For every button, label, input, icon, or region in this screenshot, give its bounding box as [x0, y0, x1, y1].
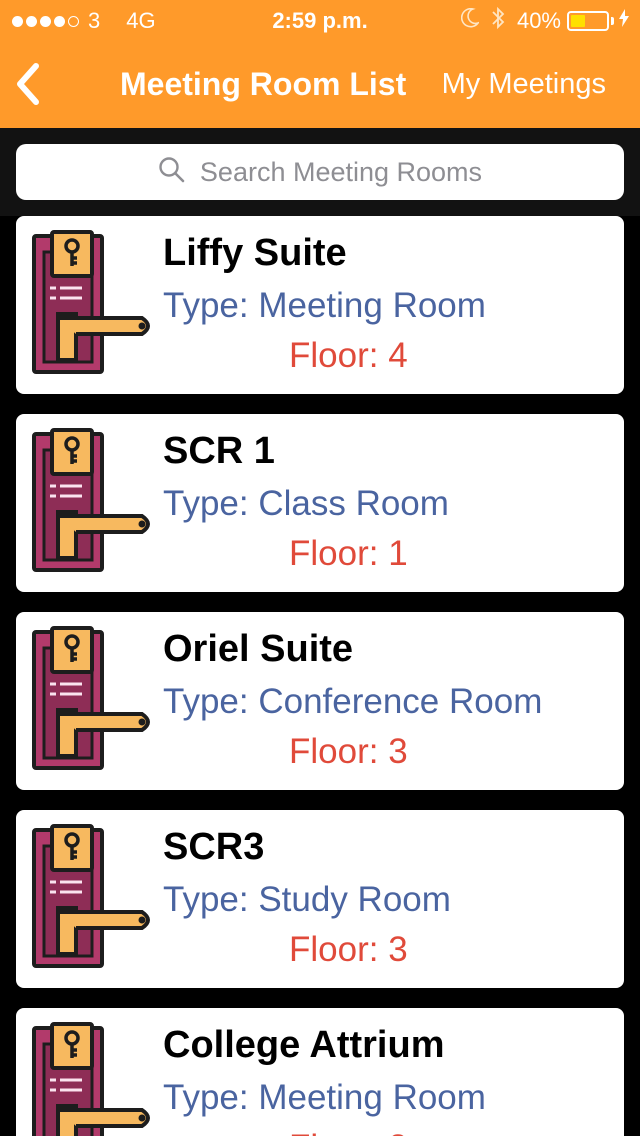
room-name: SCR3: [163, 826, 265, 868]
room-type: Type: Meeting Room: [163, 286, 486, 325]
room-floor: Floor: 3: [289, 732, 408, 771]
door-key-icon: [32, 1022, 150, 1136]
room-type: Type: Meeting Room: [163, 1078, 486, 1117]
room-card[interactable]: Liffy Suite Type: Meeting Room Floor: 4: [16, 216, 624, 394]
bluetooth-icon: [491, 6, 505, 36]
search-icon: [158, 156, 186, 189]
door-key-icon: [32, 824, 150, 968]
room-type: Type: Study Room: [163, 880, 451, 919]
door-key-icon: [32, 230, 150, 374]
room-floor: Floor: 3: [289, 1128, 408, 1136]
room-floor: Floor: 1: [289, 534, 408, 573]
status-bar: 3 4G 2:59 p.m. 40%: [0, 0, 640, 40]
room-card[interactable]: SCR 1 Type: Class Room Floor: 1: [16, 414, 624, 592]
room-name: College Attrium: [163, 1024, 445, 1066]
app-screen: 3 4G 2:59 p.m. 40% Meeting Room List My …: [0, 0, 640, 1136]
status-right: 40%: [460, 6, 630, 36]
battery-fill: [571, 15, 585, 27]
room-name: SCR 1: [163, 430, 275, 472]
page-title: Meeting Room List: [120, 66, 407, 102]
room-name: Liffy Suite: [163, 232, 347, 274]
room-name: Oriel Suite: [163, 628, 354, 670]
room-card[interactable]: Oriel Suite Type: Conference Room Floor:…: [16, 612, 624, 790]
moon-icon: [460, 7, 481, 34]
room-card[interactable]: College Attrium Type: Meeting Room Floor…: [16, 1008, 624, 1136]
battery-icon: [567, 11, 609, 31]
room-card[interactable]: SCR3 Type: Study Room Floor: 3: [16, 810, 624, 988]
search-area: Search Meeting Rooms: [0, 128, 640, 216]
door-key-icon: [32, 626, 150, 770]
search-input[interactable]: Search Meeting Rooms: [16, 144, 624, 200]
room-floor: Floor: 3: [289, 930, 408, 969]
room-list[interactable]: Liffy Suite Type: Meeting Room Floor: 4 …: [0, 216, 640, 1136]
room-type: Type: Class Room: [163, 484, 449, 523]
back-button[interactable]: [12, 60, 52, 108]
door-key-icon: [32, 428, 150, 572]
battery-percentage: 40%: [516, 8, 561, 33]
room-floor: Floor: 4: [289, 336, 408, 375]
charging-bolt-icon: [618, 8, 630, 34]
navigation-bar: Meeting Room List My Meetings: [0, 40, 640, 128]
search-placeholder: Search Meeting Rooms: [199, 156, 483, 187]
room-type: Type: Conference Room: [163, 682, 543, 721]
chevron-left-icon: [17, 63, 39, 105]
battery-tip: [611, 17, 614, 25]
my-meetings-button[interactable]: My Meetings: [442, 68, 606, 101]
